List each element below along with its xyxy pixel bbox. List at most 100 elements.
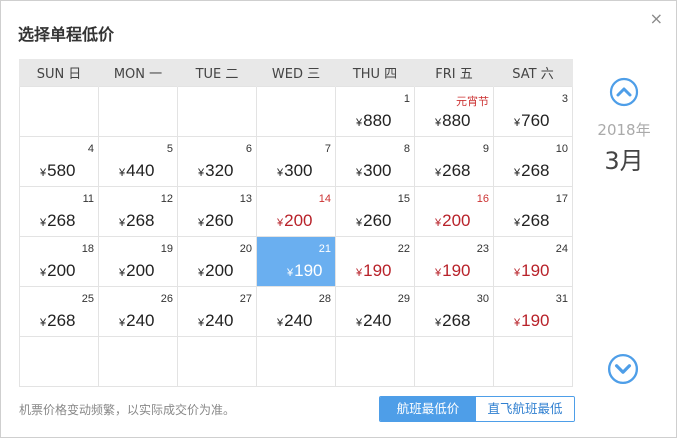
day-price: ¥200 — [119, 261, 155, 281]
day-price: ¥200 — [435, 211, 471, 231]
calendar-month: 3月 — [604, 147, 644, 175]
price-value: 300 — [363, 160, 392, 180]
day-price: ¥580 — [40, 161, 76, 181]
day-cell[interactable]: 10 ¥268 — [493, 135, 573, 187]
chevron-down-circle-icon[interactable] — [607, 353, 639, 385]
price-value: 190 — [363, 260, 392, 280]
day-cell[interactable]: 4 ¥580 — [19, 135, 99, 187]
day-cell[interactable]: 7 ¥300 — [256, 135, 336, 187]
day-price: ¥760 — [514, 111, 550, 131]
day-cell[interactable]: 29 ¥240 — [335, 285, 415, 337]
close-icon[interactable]: × — [650, 11, 663, 27]
price-value: 268 — [442, 310, 471, 330]
day-price: ¥260 — [356, 211, 392, 231]
day-number: 5 — [166, 142, 173, 155]
day-number: 30 — [476, 292, 489, 305]
currency-symbol: ¥ — [435, 216, 442, 229]
price-value: 880 — [442, 110, 471, 130]
day-number: 16 — [476, 192, 489, 205]
day-cell[interactable]: 13 ¥260 — [177, 185, 257, 237]
day-cell[interactable]: 23 ¥190 — [414, 235, 494, 287]
day-price: ¥268 — [514, 211, 550, 231]
currency-symbol: ¥ — [40, 166, 47, 179]
day-cell[interactable]: 3 ¥760 — [493, 85, 573, 137]
day-cell[interactable]: 16 ¥200 — [414, 185, 494, 237]
day-cell[interactable]: 19 ¥200 — [98, 235, 178, 287]
day-cell[interactable]: 15 ¥260 — [335, 185, 415, 237]
day-cell[interactable]: 元宵节 ¥880 — [414, 85, 494, 137]
price-value: 440 — [126, 160, 155, 180]
price-value: 200 — [47, 260, 76, 280]
currency-symbol: ¥ — [514, 216, 521, 229]
price-value: 190 — [294, 260, 323, 280]
day-price: ¥300 — [356, 161, 392, 181]
day-cell[interactable]: 9 ¥268 — [414, 135, 494, 187]
day-number: 15 — [397, 192, 410, 205]
day-cell[interactable]: 25 ¥268 — [19, 285, 99, 337]
day-cell[interactable]: 8 ¥300 — [335, 135, 415, 187]
day-price: ¥190 — [356, 261, 392, 281]
day-cell[interactable]: 6 ¥320 — [177, 135, 257, 187]
day-cell[interactable]: 27 ¥240 — [177, 285, 257, 337]
currency-symbol: ¥ — [40, 216, 47, 229]
day-number: 21 — [318, 242, 331, 255]
day-cell[interactable]: 12 ¥268 — [98, 185, 178, 237]
price-type-toggle: 航班最低价 直飞航班最低价 — [379, 396, 575, 422]
day-cell[interactable]: 26 ¥240 — [98, 285, 178, 337]
currency-symbol: ¥ — [119, 266, 126, 279]
day-cell[interactable]: 17 ¥268 — [493, 185, 573, 237]
day-cell[interactable]: 18 ¥200 — [19, 235, 99, 287]
price-value: 260 — [363, 210, 392, 230]
day-price: ¥880 — [435, 111, 471, 131]
day-price: ¥240 — [277, 311, 313, 331]
price-value: 268 — [47, 210, 76, 230]
day-cell[interactable]: 20 ¥200 — [177, 235, 257, 287]
day-number: 23 — [476, 242, 489, 255]
chevron-up-circle-icon[interactable] — [609, 77, 639, 107]
day-number: 27 — [239, 292, 252, 305]
day-cell[interactable]: 30 ¥268 — [414, 285, 494, 337]
day-price: ¥268 — [40, 211, 76, 231]
toggle-lowest-fare[interactable]: 航班最低价 — [380, 397, 476, 421]
empty-day-cell — [256, 335, 336, 387]
toggle-direct-lowest-fare[interactable]: 直飞航班最低价 — [476, 397, 574, 421]
day-cell[interactable]: 24 ¥190 — [493, 235, 573, 287]
empty-day-cell — [19, 85, 99, 137]
day-cell[interactable]: 14 ¥200 — [256, 185, 336, 237]
day-number: 26 — [160, 292, 173, 305]
price-value: 268 — [126, 210, 155, 230]
currency-symbol: ¥ — [198, 216, 205, 229]
price-value: 268 — [47, 310, 76, 330]
currency-symbol: ¥ — [287, 266, 294, 279]
day-cell[interactable]: 5 ¥440 — [98, 135, 178, 187]
day-number: 29 — [397, 292, 410, 305]
weekday-wed: WED 三 — [256, 59, 336, 86]
day-price: ¥320 — [198, 161, 234, 181]
price-value: 260 — [205, 210, 234, 230]
currency-symbol: ¥ — [514, 116, 521, 129]
weekday-header: SUN 日 MON 一 TUE 二 WED 三 THU 四 FRI 五 SAT … — [19, 59, 573, 86]
empty-day-cell — [256, 85, 336, 137]
day-cell[interactable]: 28 ¥240 — [256, 285, 336, 337]
day-number: 元宵节 — [456, 95, 489, 108]
calendar-body: 1 ¥880 元宵节 ¥880 3 ¥760 4 ¥580 5 ¥440 6 ¥320 7 ¥300 8 ¥3… — [19, 85, 573, 387]
day-price: ¥190 — [514, 261, 550, 281]
day-cell[interactable]: 1 ¥880 — [335, 85, 415, 137]
weekday-sat: SAT 六 — [493, 59, 573, 86]
day-price: ¥240 — [356, 311, 392, 331]
day-cell[interactable]: 21 ¥190 — [256, 235, 336, 287]
currency-symbol: ¥ — [356, 216, 363, 229]
day-cell[interactable]: 11 ¥268 — [19, 185, 99, 237]
empty-day-cell — [335, 335, 415, 387]
empty-day-cell — [414, 335, 494, 387]
day-cell[interactable]: 31 ¥190 — [493, 285, 573, 337]
currency-symbol: ¥ — [435, 316, 442, 329]
weekday-tue: TUE 二 — [177, 59, 257, 86]
day-price: ¥190 — [287, 261, 323, 281]
currency-symbol: ¥ — [277, 166, 284, 179]
calendar-week-row: 4 ¥580 5 ¥440 6 ¥320 7 ¥300 8 ¥300 9 ¥268 10 ¥268 — [19, 135, 573, 187]
day-number: 25 — [81, 292, 94, 305]
currency-symbol: ¥ — [435, 266, 442, 279]
day-cell[interactable]: 22 ¥190 — [335, 235, 415, 287]
price-value: 320 — [205, 160, 234, 180]
